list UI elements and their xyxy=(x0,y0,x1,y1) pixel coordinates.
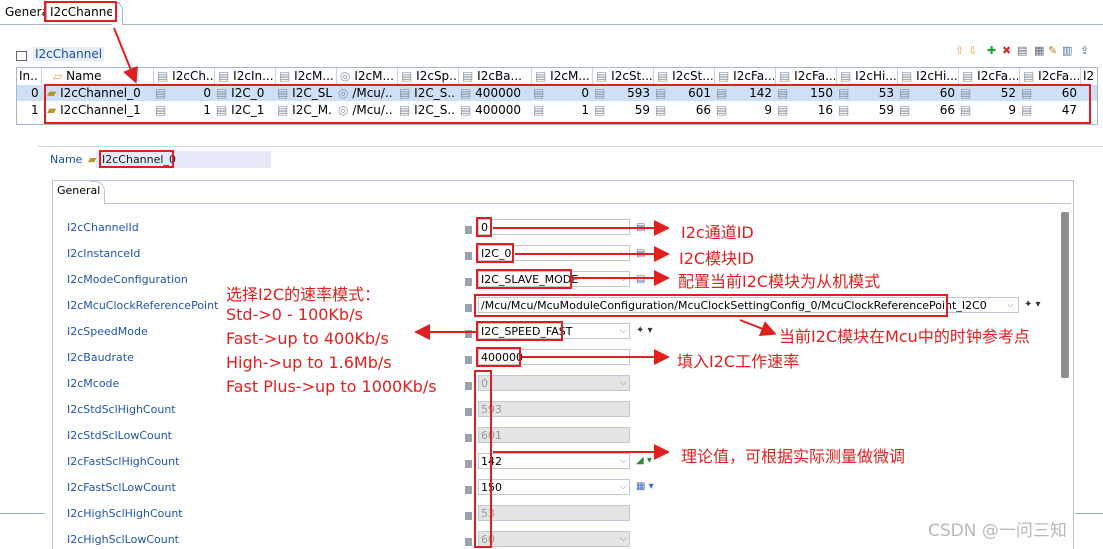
annotation-arrows xyxy=(113,27,777,460)
arrow-tab-to-rows xyxy=(113,27,138,84)
page-rule xyxy=(0,513,45,514)
watermark: CSDN @一问三知 xyxy=(928,521,1067,541)
arrow-clock-ref xyxy=(739,319,777,337)
page-rule xyxy=(1075,513,1103,514)
